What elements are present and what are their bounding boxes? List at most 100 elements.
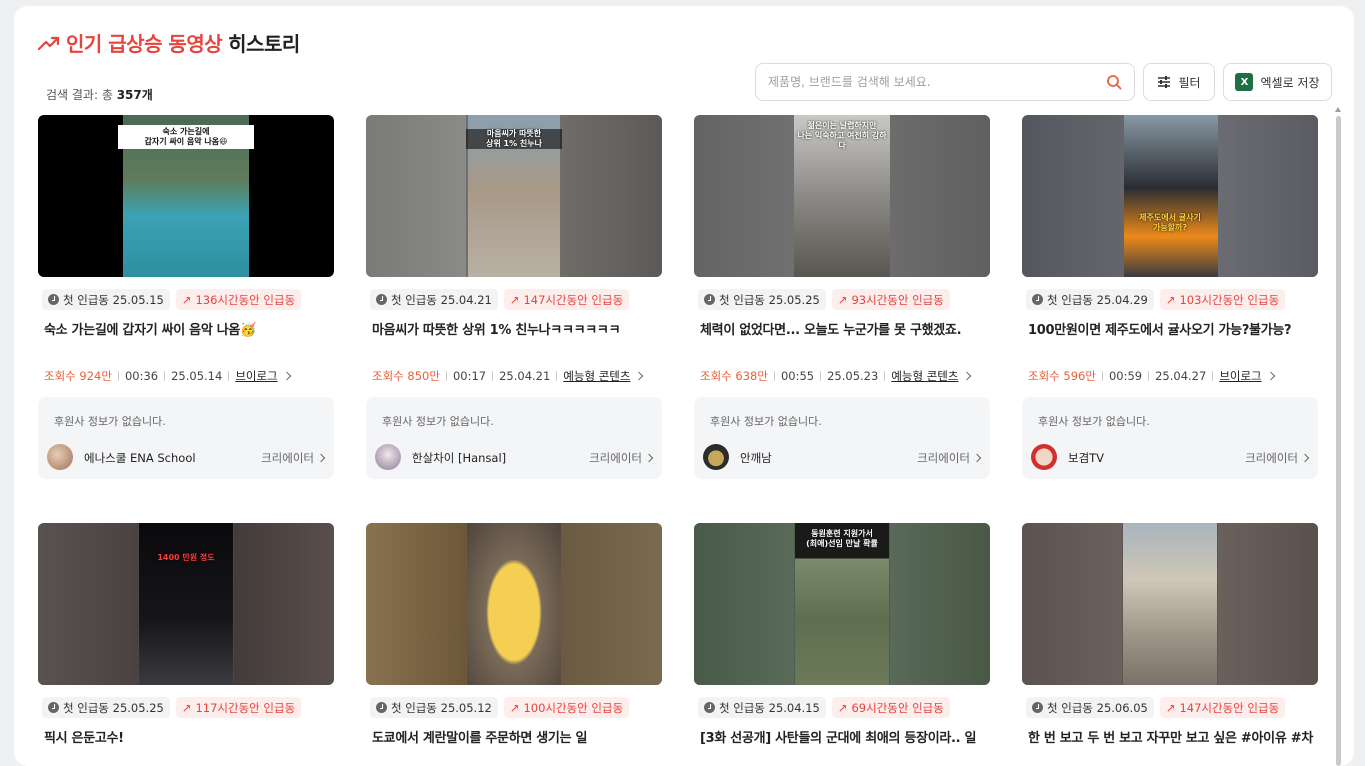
creator-link[interactable]: 크리에이터 <box>589 450 654 466</box>
divider <box>492 371 494 381</box>
divider <box>1212 371 1214 381</box>
divider <box>1148 371 1150 381</box>
search-input[interactable] <box>768 75 1106 89</box>
first-trending-badge: 첫 인급동 25.05.25 <box>698 289 826 310</box>
duration: 00:55 <box>780 369 815 383</box>
creator-link[interactable]: 크리에이터 <box>917 450 982 466</box>
duration: 00:59 <box>1108 369 1143 383</box>
trending-up-icon: ↗ <box>181 700 192 715</box>
creator-link[interactable]: 크리에이터 <box>1245 450 1310 466</box>
video-card[interactable]: 젊은이는 날렵하지만 나는 익숙하고 여전히 강하다 첫 인급동 25.05.2… <box>694 115 990 479</box>
creator-name[interactable]: 에나스쿨 ENA School <box>84 450 196 466</box>
video-card[interactable]: 1400 만원 정도 첫 인급동 25.05.25 ↗ 117시간동안 인급동 픽… <box>38 523 334 766</box>
trending-hours-badge: ↗ 136시간동안 인급동 <box>175 289 302 310</box>
thumbnail-caption: 동원훈련 지원가서 (최애)선임 만날 확률 <box>806 529 878 548</box>
page-title: 인기 급상승 동영상 히스토리 <box>38 28 300 57</box>
trending-up-icon: ↗ <box>509 292 520 307</box>
clock-icon <box>1032 702 1043 713</box>
scroll-up-arrow[interactable] <box>1335 107 1341 112</box>
view-count: 조회수 638만 <box>700 369 768 383</box>
thumbnail-caption: 1400 만원 정도 <box>157 553 215 562</box>
divider <box>820 371 822 381</box>
trending-hours-badge: ↗ 147시간동안 인급동 <box>1159 697 1286 718</box>
sponsor-box: 후원사 정보가 없습니다. 안깨남 크리에이터 <box>694 397 990 479</box>
divider <box>773 371 775 381</box>
duration: 00:36 <box>124 369 159 383</box>
video-title[interactable]: 한 번 보고 두 번 보고 자꾸만 보고 싶은 #아이유 #차 <box>1028 730 1318 766</box>
chevron-right-icon <box>972 453 982 463</box>
video-title[interactable]: 도쿄에서 계란말이를 주문하면 생기는 일 <box>372 730 662 766</box>
video-thumbnail[interactable]: 1400 만원 정도 <box>38 523 334 685</box>
title-accent: 인기 급상승 동영상 <box>66 32 223 56</box>
video-card[interactable]: 마음씨가 따뜻한 상위 1% 친누나 첫 인급동 25.04.21 ↗ 147시간… <box>366 115 662 479</box>
video-title[interactable]: 숙소 가는길에 갑자기 싸이 음악 나옴🥳 <box>44 322 334 360</box>
category-link[interactable]: 예능형 콘텐츠 <box>891 368 958 384</box>
first-trending-badge: 첫 인급동 25.06.05 <box>1026 697 1154 718</box>
sponsor-info: 후원사 정보가 없습니다. <box>710 415 822 428</box>
search-box[interactable] <box>755 63 1135 101</box>
video-meta: 조회수 850만 00:17 25.04.21 예능형 콘텐츠 <box>372 368 662 384</box>
thumbnail-caption: 숙소 가는길에 갑자기 싸이 음악 나옴😆 <box>118 125 254 149</box>
video-card[interactable]: 첫 인급동 25.06.05 ↗ 147시간동안 인급동 한 번 보고 두 번 보… <box>1022 523 1318 766</box>
creator-name[interactable]: 안깨남 <box>740 450 772 466</box>
video-meta: 조회수 596만 00:59 25.04.27 브이로그 <box>1028 368 1318 384</box>
video-thumbnail[interactable]: 숙소 가는길에 갑자기 싸이 음악 나옴😆 <box>38 115 334 277</box>
trending-hours-badge: ↗ 117시간동안 인급동 <box>175 697 302 718</box>
video-meta: 조회수 924만 00:36 25.05.14 브이로그 <box>44 368 334 384</box>
divider <box>164 371 166 381</box>
video-card[interactable]: 제주도에서 귤사기 가능할까? 첫 인급동 25.04.29 ↗ 103시간동안 … <box>1022 115 1318 479</box>
first-trending-badge: 첫 인급동 25.05.12 <box>370 697 498 718</box>
first-trending-badge: 첫 인급동 25.05.25 <box>42 697 170 718</box>
scrollbar[interactable] <box>1336 116 1341 766</box>
video-title[interactable]: 픽시 은둔고수! <box>44 730 334 766</box>
view-count: 조회수 850만 <box>372 369 440 383</box>
first-trending-badge: 첫 인급동 25.04.15 <box>698 697 826 718</box>
clock-icon <box>704 294 715 305</box>
trending-up-icon <box>38 36 60 50</box>
upload-date: 25.05.14 <box>171 369 223 383</box>
creator-name[interactable]: 한살차이 [Hansal] <box>412 450 506 466</box>
video-thumbnail[interactable]: 마음씨가 따뜻한 상위 1% 친누나 <box>366 115 662 277</box>
thumbnail-caption: 제주도에서 귤사기 가능할까? <box>1139 213 1201 232</box>
trending-up-icon: ↗ <box>509 700 520 715</box>
video-card[interactable]: 첫 인급동 25.05.12 ↗ 100시간동안 인급동 도쿄에서 계란말이를 주… <box>366 523 662 766</box>
filter-label: 필터 <box>1178 75 1201 90</box>
video-title[interactable]: 마음씨가 따뜻한 상위 1% 친누나ㅋㅋㅋㅋㅋㅋ <box>372 322 662 360</box>
filter-button[interactable]: 필터 <box>1143 63 1215 101</box>
video-thumbnail[interactable] <box>1022 523 1318 685</box>
thumbnail-caption: 젊은이는 날렵하지만 나는 익숙하고 여전히 강하다 <box>797 121 887 150</box>
excel-export-button[interactable]: X 엑셀로 저장 <box>1223 63 1332 101</box>
first-trending-badge: 첫 인급동 25.04.21 <box>370 289 498 310</box>
video-card[interactable]: 숙소 가는길에 갑자기 싸이 음악 나옴😆 첫 인급동 25.05.15 ↗ 13… <box>38 115 334 479</box>
title-rest: 히스토리 <box>228 32 300 56</box>
trending-up-icon: ↗ <box>1165 292 1176 307</box>
excel-icon: X <box>1235 73 1254 91</box>
divider <box>117 371 119 381</box>
trending-hours-badge: ↗ 103시간동안 인급동 <box>1159 289 1286 310</box>
view-count: 조회수 924만 <box>44 369 112 383</box>
chevron-right-icon <box>963 371 972 381</box>
view-count: 조회수 596만 <box>1028 369 1096 383</box>
creator-link[interactable]: 크리에이터 <box>261 450 326 466</box>
creator-avatar <box>1031 444 1057 470</box>
trending-up-icon: ↗ <box>1165 700 1176 715</box>
search-icon[interactable] <box>1106 74 1122 90</box>
category-link[interactable]: 브이로그 <box>235 368 277 384</box>
upload-date: 25.04.21 <box>499 369 551 383</box>
video-thumbnail[interactable]: 젊은이는 날렵하지만 나는 익숙하고 여전히 강하다 <box>694 115 990 277</box>
category-link[interactable]: 예능형 콘텐츠 <box>563 368 630 384</box>
video-thumbnail[interactable] <box>366 523 662 685</box>
creator-avatar <box>47 444 73 470</box>
chevron-right-icon <box>1266 371 1275 381</box>
upload-date: 25.05.23 <box>827 369 879 383</box>
result-count: 검색 결과: 총 357개 <box>46 86 153 103</box>
video-title[interactable]: 체력이 없었다면... 오늘도 누군가를 못 구했겠죠. <box>700 322 990 360</box>
video-title[interactable]: [3화 선공개] 사탄들의 군대에 최애의 등장이라.. 일 <box>700 730 990 766</box>
category-link[interactable]: 브이로그 <box>1219 368 1261 384</box>
video-thumbnail[interactable]: 제주도에서 귤사기 가능할까? <box>1022 115 1318 277</box>
video-thumbnail[interactable]: 동원훈련 지원가서 (최애)선임 만날 확률 <box>694 523 990 685</box>
creator-name[interactable]: 보겸TV <box>1068 450 1104 466</box>
video-card[interactable]: 동원훈련 지원가서 (최애)선임 만날 확률 첫 인급동 25.04.15 ↗ 6… <box>694 523 990 766</box>
trending-hours-badge: ↗ 93시간동안 인급동 <box>831 289 950 310</box>
video-title[interactable]: 100만원이면 제주도에서 귤사오기 가능?불가능? <box>1028 322 1318 360</box>
